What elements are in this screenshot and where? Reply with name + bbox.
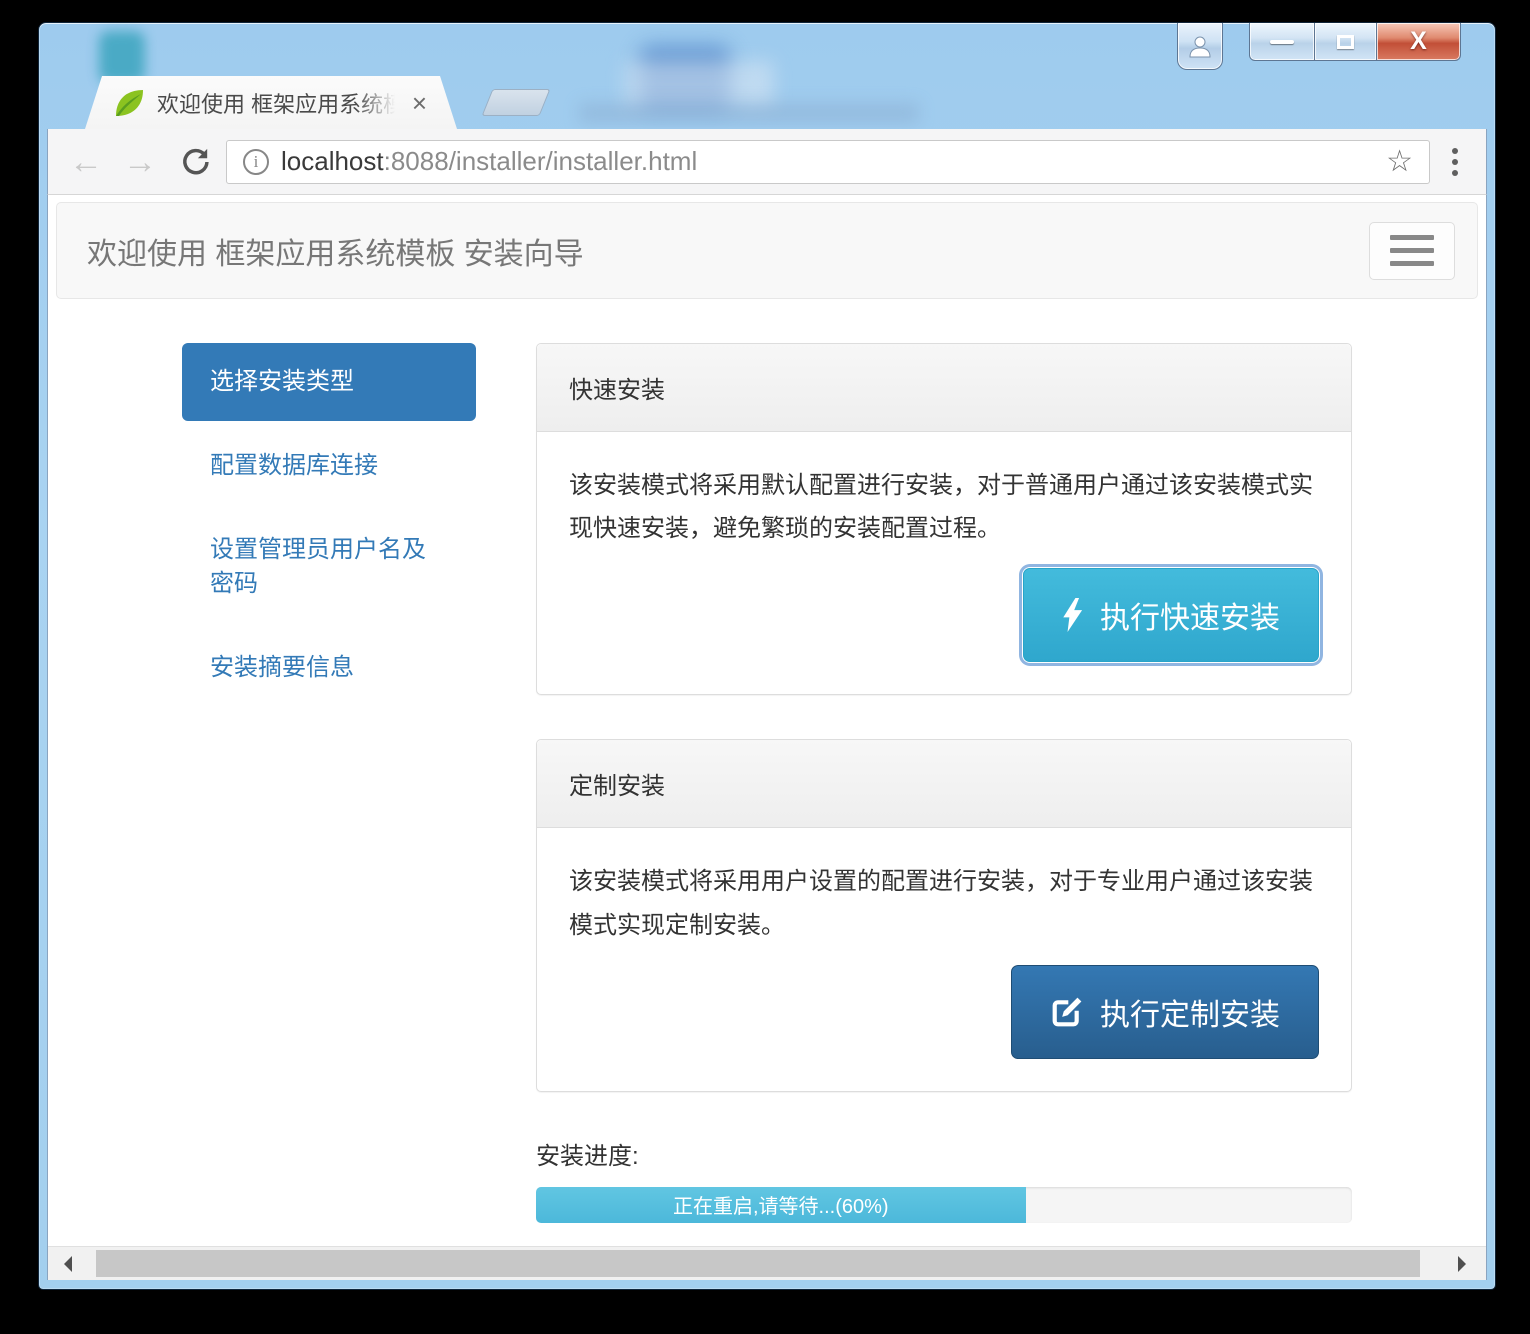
page-info-icon[interactable]: i [243,149,269,175]
back-button[interactable]: ← [64,145,108,179]
quick-install-panel: 快速安装 该安装模式将采用默认配置进行安装，对于普通用户通过该安装模式实现快速安… [536,343,1352,695]
minimize-icon [1270,40,1294,44]
nav-item-admin-account[interactable]: 设置管理员用户名及密码 [182,511,476,623]
edit-icon [1050,995,1084,1029]
scroll-right-arrow[interactable] [1458,1256,1466,1272]
install-progress-bar: 正在重启,请等待...(60%) [536,1187,1352,1223]
quick-install-panel-body: 该安装模式将采用默认配置进行安装，对于普通用户通过该安装模式实现快速安装，避免繁… [537,432,1351,694]
user-icon [1188,35,1212,58]
menu-dot [1452,148,1458,154]
progress-text: 正在重启,请等待...(60%) [673,1190,889,1219]
page-content: 欢迎使用 框架应用系统模板 安装向导 选择安装类型 配置数据库连接 设置管理员用… [47,195,1487,1280]
horizontal-scrollbar[interactable] [48,1246,1486,1280]
custom-install-button-label: 执行定制安装 [1100,990,1280,1034]
new-tab-button[interactable] [482,89,551,116]
page-navbar: 欢迎使用 框架应用系统模板 安装向导 [56,202,1478,299]
flash-icon [1062,598,1084,632]
window-titlebar[interactable]: X 欢迎使用 框架应用系统模板 × [39,23,1495,129]
minimize-button[interactable] [1249,23,1315,61]
tab-title: 欢迎使用 框架应用系统模板 [157,87,400,119]
menu-dot [1452,170,1458,176]
scrollbar-thumb[interactable] [96,1250,1420,1277]
hamburger-icon [1390,261,1434,266]
browser-menu-button[interactable] [1440,148,1470,176]
nav-item-summary[interactable]: 安装摘要信息 [182,629,476,707]
navbar-toggle-button[interactable] [1369,222,1455,280]
install-steps-nav: 选择安装类型 配置数据库连接 设置管理员用户名及密码 安装摘要信息 [182,343,476,1280]
close-icon: X [1410,27,1427,56]
custom-install-panel: 定制安装 该安装模式将采用用户设置的配置进行安装，对于专业用户通过该安装模式实现… [536,739,1352,1091]
quick-install-button-label: 执行快速安装 [1100,593,1280,637]
custom-install-description: 该安装模式将采用用户设置的配置进行安装，对于专业用户通过该安装模式实现定制安装。 [569,860,1319,946]
forward-button[interactable]: → [118,145,162,179]
reload-button[interactable] [172,146,216,178]
maximize-button[interactable] [1315,23,1377,61]
spring-leaf-icon [113,87,145,119]
url-text: localhost:8088/installer/installer.html [281,146,697,177]
profile-button[interactable] [1177,23,1223,70]
browser-tab[interactable]: 欢迎使用 框架应用系统模板 × [85,76,457,129]
glass-reflection [639,45,731,107]
scroll-left-arrow[interactable] [64,1256,72,1272]
hamburger-icon [1390,235,1434,240]
close-button[interactable]: X [1377,23,1461,61]
browser-toolbar: ← → i localhost:8088/installer/installer… [47,129,1487,195]
main-container: 选择安装类型 配置数据库连接 设置管理员用户名及密码 安装摘要信息 快速安装 该… [182,299,1352,1280]
install-options: 快速安装 该安装模式将采用默认配置进行安装，对于普通用户通过该安装模式实现快速安… [536,343,1352,1280]
progress-label: 安装进度: [536,1136,1352,1171]
page-title: 欢迎使用 框架应用系统模板 安装向导 [87,229,584,273]
glass-reflection [99,31,145,83]
url-host: localhost [281,146,384,176]
bookmark-star-icon[interactable]: ☆ [1386,144,1413,179]
nav-item-database[interactable]: 配置数据库连接 [182,427,476,505]
quick-install-description: 该安装模式将采用默认配置进行安装，对于普通用户通过该安装模式实现快速安装，避免繁… [569,464,1319,550]
maximize-icon [1337,35,1354,49]
custom-install-panel-body: 该安装模式将采用用户设置的配置进行安装，对于专业用户通过该安装模式实现定制安装。… [537,828,1351,1090]
browser-window: X 欢迎使用 框架应用系统模板 × ← → i localhost:8088/i… [38,22,1496,1290]
quick-install-panel-title: 快速安装 [537,344,1351,432]
tab-close-icon[interactable]: × [412,90,427,116]
menu-dot [1452,159,1458,165]
glass-reflection [624,61,774,107]
url-path: :8088/installer/installer.html [384,146,698,176]
custom-install-panel-title: 定制安装 [537,740,1351,828]
glass-reflection [579,103,919,123]
window-controls: X [1177,23,1461,70]
reload-icon [178,146,210,178]
hamburger-icon [1390,248,1434,253]
custom-install-button[interactable]: 执行定制安装 [1011,965,1319,1059]
nav-item-install-type[interactable]: 选择安装类型 [182,343,476,421]
quick-install-button[interactable]: 执行快速安装 [1023,568,1319,662]
progress-fill: 正在重启,请等待...(60%) [536,1187,1026,1223]
address-bar[interactable]: i localhost:8088/installer/installer.htm… [226,140,1430,184]
